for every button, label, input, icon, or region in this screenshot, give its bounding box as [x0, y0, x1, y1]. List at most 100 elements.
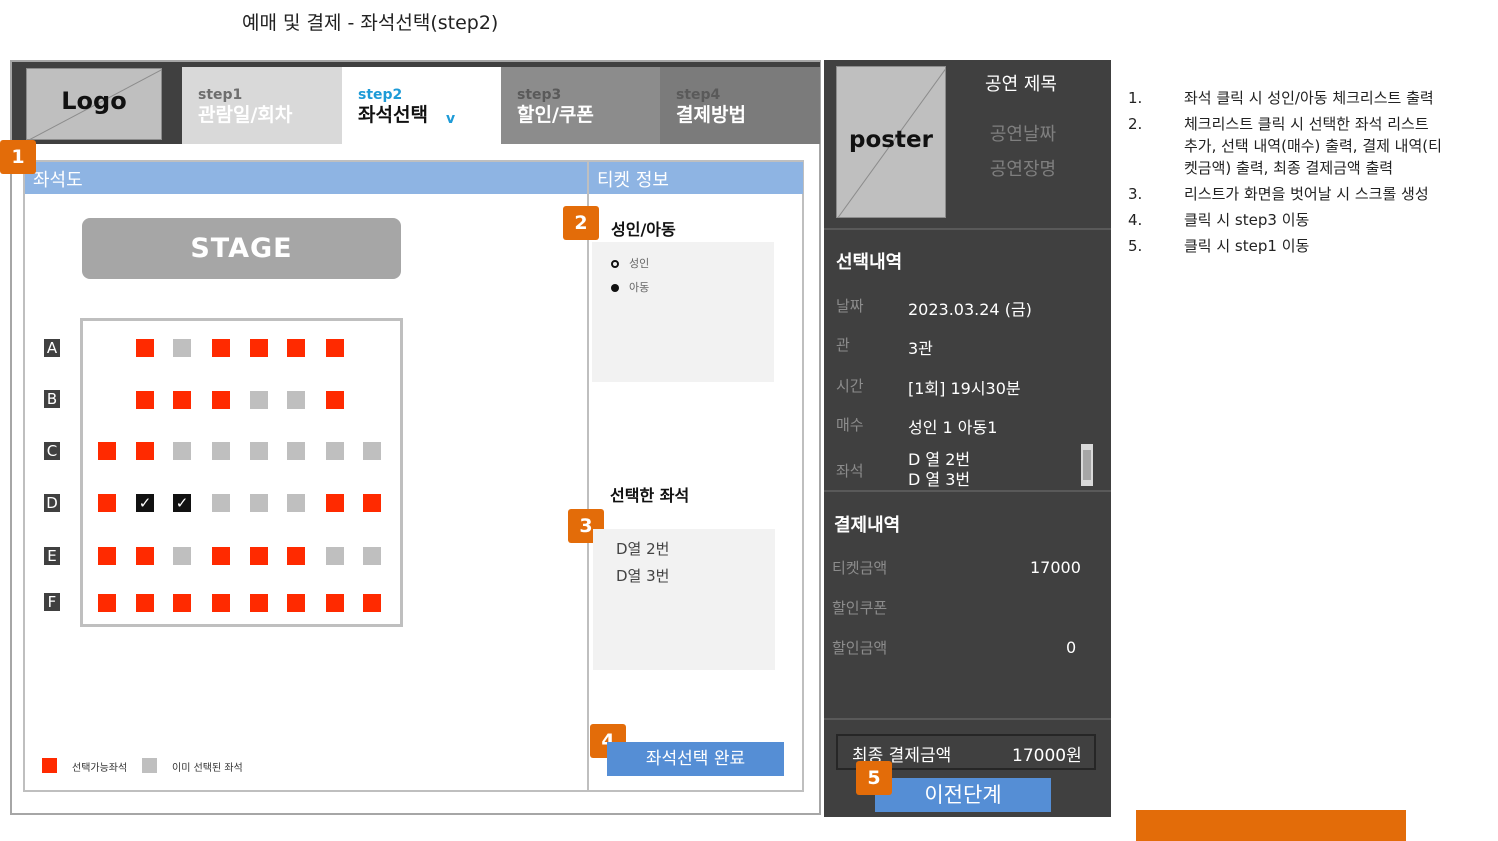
count-value: 성인 1 아동1 — [908, 418, 998, 437]
legend-available-label: 선택가능좌석 — [72, 763, 128, 774]
legend-available-swatch — [42, 758, 57, 773]
panel-divider — [587, 162, 589, 790]
row-label-e: E — [44, 547, 60, 565]
seat-list-scrollbar[interactable] — [1081, 444, 1093, 486]
seat[interactable] — [250, 547, 268, 565]
tab-step2[interactable]: step2 좌석선택 v — [342, 67, 501, 144]
row-label-c: C — [44, 442, 60, 460]
seat-complete-button[interactable]: 좌석선택 완료 — [607, 742, 784, 776]
step-label: 관람일/회차 — [198, 104, 293, 126]
seat[interactable] — [98, 442, 116, 460]
performance-date: 공연날짜 — [989, 124, 1057, 145]
seat[interactable] — [287, 594, 305, 612]
seat[interactable] — [212, 594, 230, 612]
seat[interactable] — [136, 391, 154, 409]
seat[interactable] — [363, 594, 381, 612]
seat — [326, 442, 344, 460]
poster: poster — [836, 66, 946, 218]
note-text: 좌석 클릭 시 성인/아동 체크리스트 출력 — [1184, 89, 1434, 107]
seat-selected[interactable]: ✓ — [136, 494, 154, 512]
logo-text: Logo — [61, 87, 127, 115]
note-text: 켓금액) 출력, 최종 결제금액 출력 — [1184, 159, 1394, 177]
tab-step3[interactable]: step3 할인/쿠폰 — [501, 67, 661, 144]
seat — [287, 442, 305, 460]
seat[interactable] — [136, 339, 154, 357]
age-option-label: 성인 — [629, 257, 650, 270]
seat — [363, 547, 381, 565]
selection-header: 선택내역 — [836, 252, 903, 273]
coupon-key: 할인쿠폰 — [832, 599, 888, 617]
note-item-1: 1. 좌석 클릭 시 성인/아동 체크리스트 출력 — [1128, 87, 1434, 108]
seat[interactable] — [173, 391, 191, 409]
radio-filled-icon — [611, 284, 619, 292]
age-option-child[interactable]: 아동 — [611, 279, 649, 295]
age-option-label: 아동 — [629, 281, 650, 294]
scroll-thumb[interactable] — [1083, 450, 1091, 480]
page-title: 예매 및 결제 - 좌석선택(step2) — [242, 12, 499, 34]
seat-key: 좌석 — [836, 462, 864, 480]
seat[interactable] — [136, 547, 154, 565]
note-item-5: 5. 클릭 시 step1 이동 — [1128, 235, 1309, 256]
age-type-title: 성인/아동 — [611, 220, 676, 239]
seat[interactable] — [363, 494, 381, 512]
step-label: 결제방법 — [676, 104, 746, 126]
seat[interactable] — [136, 594, 154, 612]
row-label-d: D — [44, 494, 60, 512]
age-option-adult[interactable]: 성인 — [611, 255, 649, 271]
legend-taken-swatch — [142, 758, 157, 773]
selected-seat-item: D열 2번 — [616, 540, 670, 558]
seat[interactable] — [326, 494, 344, 512]
count-key: 매수 — [836, 416, 864, 434]
seat[interactable] — [212, 547, 230, 565]
seat[interactable] — [212, 391, 230, 409]
seat — [250, 442, 268, 460]
callout-badge-5: 5 — [856, 761, 892, 795]
seat[interactable] — [98, 594, 116, 612]
date-value: 2023.03.24 (금) — [908, 300, 1032, 319]
seat[interactable] — [136, 442, 154, 460]
seat[interactable] — [250, 339, 268, 357]
panel-header — [25, 162, 803, 194]
seat[interactable] — [326, 594, 344, 612]
seat[interactable] — [173, 594, 191, 612]
note-number: 1. — [1128, 89, 1143, 107]
previous-step-button[interactable]: 이전단계 — [875, 778, 1051, 812]
divider — [824, 718, 1111, 720]
note-number: 2. — [1128, 115, 1143, 133]
seat[interactable] — [212, 339, 230, 357]
orange-bar — [1136, 810, 1406, 841]
seat[interactable] — [287, 547, 305, 565]
note-text: 클릭 시 step3 이동 — [1184, 211, 1310, 229]
radio-empty-icon — [611, 260, 619, 268]
row-label-f: F — [44, 593, 60, 611]
note-number: 4. — [1128, 211, 1143, 229]
note-number: 3. — [1128, 185, 1143, 203]
seat[interactable] — [98, 547, 116, 565]
row-label-b: B — [44, 390, 60, 408]
callout-badge-1: 1 — [0, 140, 36, 174]
final-amount-value: 17000원 — [1012, 746, 1082, 766]
seat[interactable] — [326, 339, 344, 357]
seat[interactable] — [98, 494, 116, 512]
note-text: 리스트가 화면을 벗어날 시 스크롤 생성 — [1184, 185, 1429, 203]
seat[interactable] — [250, 594, 268, 612]
seat-area — [80, 318, 403, 627]
hall-key: 관 — [836, 336, 850, 354]
step-label: 할인/쿠폰 — [517, 104, 594, 126]
note-item-3: 3. 리스트가 화면을 벗어날 시 스크롤 생성 — [1128, 183, 1429, 204]
seat[interactable] — [287, 339, 305, 357]
seat — [250, 391, 268, 409]
tab-step1[interactable]: step1 관람일/회차 — [182, 67, 342, 144]
tab-step4[interactable]: step4 결제방법 — [660, 67, 820, 144]
seat[interactable] — [326, 391, 344, 409]
legend-taken-label: 이미 선택된 좌석 — [172, 763, 243, 774]
divider — [824, 490, 1111, 492]
performance-venue: 공연장명 — [989, 159, 1057, 180]
logo[interactable]: Logo — [26, 68, 162, 140]
poster-text: poster — [849, 127, 933, 153]
step-number: step1 — [198, 87, 243, 103]
seat-selected[interactable]: ✓ — [173, 494, 191, 512]
seat — [173, 339, 191, 357]
divider — [824, 228, 1111, 230]
seat — [212, 442, 230, 460]
